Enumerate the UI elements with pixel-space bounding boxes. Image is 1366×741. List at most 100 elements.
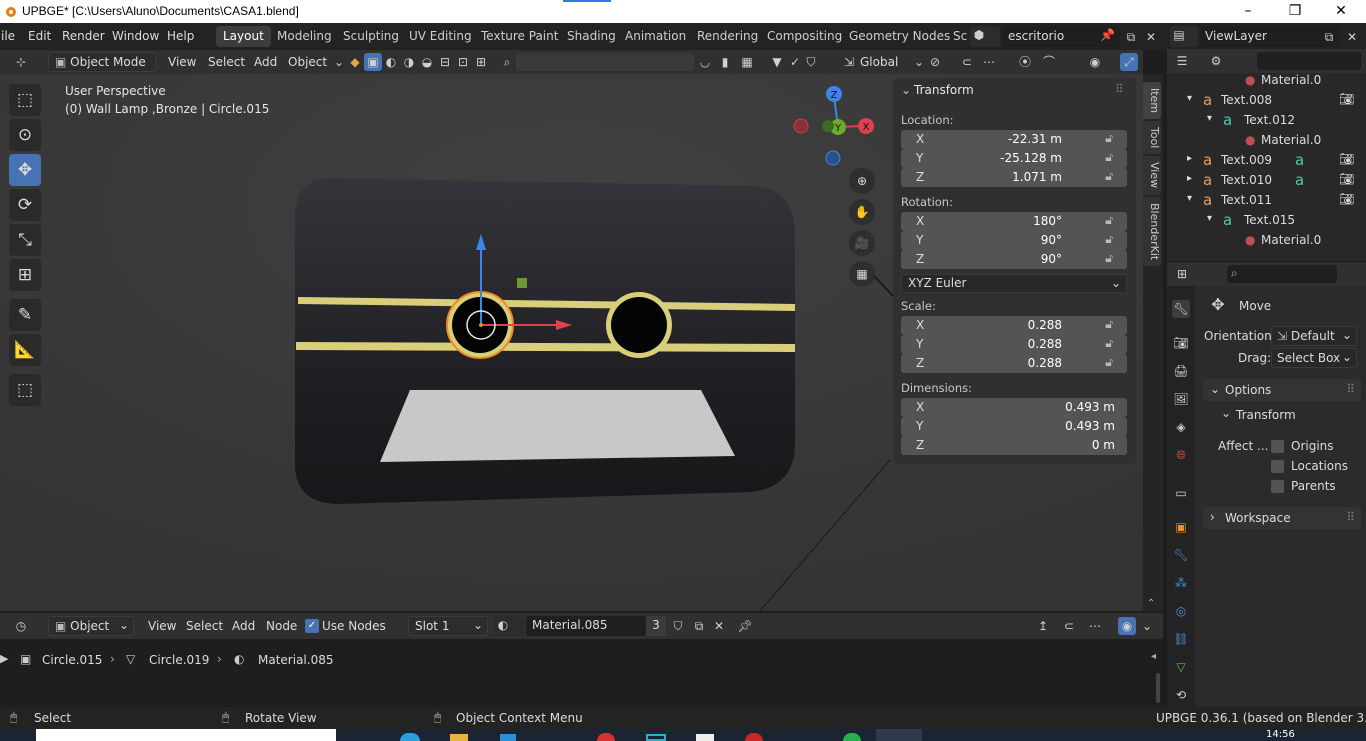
tab-animation[interactable]: Animation [618,26,693,47]
scene-name-field[interactable]: escritorio 📌 [1002,26,1120,47]
orientation-label[interactable]: Global [860,55,898,69]
scene-selector[interactable]: ⬢ [970,26,1000,47]
outliner-row[interactable]: ● Material.0 [1167,70,1366,90]
pivot-icon[interactable]: ⊘ [926,53,944,71]
viewport-search-field[interactable] [516,53,694,71]
color-icon[interactable]: ◆ [346,53,364,71]
location-y-field[interactable]: Y -25.128 m 🔓︎ [901,149,1127,168]
app-icon[interactable] [400,733,420,741]
affect-origins-checkbox[interactable]: Origins [1271,438,1361,456]
nav-neg-y-axis[interactable] [822,120,834,132]
delete-view-layer-icon[interactable]: ✕ [1343,28,1361,46]
dimensions-x-field[interactable]: X 0.493 m [901,398,1127,417]
slot-dropdown[interactable]: Slot 1 ⌄ [408,616,488,636]
app-icon[interactable] [745,733,763,741]
shading-solid-icon[interactable]: ◐ [382,53,400,71]
parent-node-icon[interactable]: ↥ [1034,617,1052,635]
affect-locations-checkbox[interactable]: Locations [1271,458,1361,476]
outliner-row[interactable]: ▸ a Text.010 a 📷︎ [1167,170,1366,190]
falloff-icon[interactable]: ⌒ [1040,53,1058,71]
properties-editor-icon[interactable]: ⊞ [1173,265,1191,283]
outliner-row[interactable]: ● Material.0 [1167,230,1366,250]
fake-user-shield-icon[interactable]: ⛉ [669,617,687,635]
breadcrumb-toggle-icon[interactable]: ▶ [0,652,8,665]
scene-tab-icon[interactable]: ◈ [1172,418,1190,436]
dimensions-y-field[interactable]: Y 0.493 m [901,417,1127,436]
editor-type-icon[interactable]: ◷ [12,617,30,635]
view-layer-tab-icon[interactable]: 🖼︎ [1172,390,1190,408]
view-layer-field[interactable]: ViewLayer [1200,26,1340,47]
gizmo-toggle-icon[interactable]: ⤢ [1120,53,1138,71]
chrome-icon[interactable] [597,733,615,741]
tab-geometry-nodes[interactable]: Geometry Nodes [842,26,957,47]
pin-icon[interactable]: 📌 [1100,28,1115,42]
move-tool-icon[interactable]: ✥ [9,154,41,186]
paste-icon[interactable]: ⊞ [472,53,490,71]
camera-icon[interactable]: 🎥 [849,230,875,256]
menu-window[interactable]: Window [112,29,159,43]
app-icon[interactable] [843,733,861,741]
transform-subpanel-header[interactable]: ⌄ Transform [1217,405,1361,425]
menu-edit[interactable]: Edit [28,29,51,43]
constraints-tab-icon[interactable]: ⛓︎ [1172,630,1190,648]
outliner-search-input[interactable] [1257,52,1361,70]
render-tab-icon[interactable]: 📷︎ [1172,334,1190,352]
maximize-button[interactable]: ❐ [1272,0,1318,23]
dimensions-z-field[interactable]: Z0 m [901,436,1127,455]
logic-tab-icon[interactable]: ⟲ [1172,686,1190,704]
vp-menu-select[interactable]: Select [208,55,245,69]
outliner-row[interactable]: ▾ a Text.008 📷︎ [1167,90,1366,110]
tab-rendering[interactable]: Rendering [690,26,765,47]
tab-shading[interactable]: Shading [560,26,623,47]
transform-tool-icon[interactable]: ⊞ [9,259,41,291]
rotation-mode-dropdown[interactable]: XYZ Euler ⌄ [901,274,1127,293]
rotation-z-field[interactable]: Z 90° 🔓︎ [901,250,1127,269]
chevron-down-icon[interactable]: ⌄ [1138,617,1156,635]
pan-hand-icon[interactable]: ✋ [849,199,875,225]
tab-compositing[interactable]: Compositing [760,26,849,47]
close-button[interactable]: ✕ [1318,0,1364,23]
proportional-icon[interactable]: ⦿ [1016,53,1034,71]
active-app-upbge[interactable] [876,729,922,741]
world-tab-icon[interactable]: 🌐︎ [1172,446,1190,464]
nav-neg-x-axis[interactable] [793,118,809,134]
visibility-icon[interactable]: ◉ [1086,53,1104,71]
affect-parents-checkbox[interactable]: Parents [1271,478,1361,496]
lamp-hole-right[interactable] [611,297,667,353]
shader-type-dropdown[interactable]: ▣ Object ⌄ [48,616,134,636]
outliner-editor-icon[interactable]: ☰ [1173,52,1191,70]
tab-item[interactable]: Item [1143,82,1161,120]
outliner-row[interactable]: ▾ a Text.015 [1167,210,1366,230]
overlay-toggle-icon[interactable]: ◉ [1118,617,1136,635]
drag-dropdown[interactable]: Select Box ⌄ [1271,348,1357,368]
outliner-row[interactable]: ▸ a Text.009 a 📷︎ [1167,150,1366,170]
search-icon[interactable]: ⌕ [498,53,516,71]
select-box-tool-icon[interactable]: ⬚ [9,84,41,116]
menu-help[interactable]: Help [167,29,194,43]
workspace-panel-header[interactable]: › Workspace ⠿ [1203,507,1361,529]
minimize-button[interactable]: – [1225,0,1271,23]
orientation-dropdown[interactable]: ⇲ Default ⌄ [1271,326,1357,346]
overlay-icon[interactable]: ⊟ [436,53,454,71]
new-scene-icon[interactable]: ⧉ [1122,28,1140,46]
mode-dropdown[interactable]: ▣ Object Mode [48,52,156,72]
vp-menu-object[interactable]: Object [288,55,327,69]
lamp-panel[interactable] [380,390,735,462]
scale-y-field[interactable]: Y 0.288 🔓︎ [901,335,1127,354]
collection-tab-icon[interactable]: ▭ [1172,484,1190,502]
scrollbar[interactable] [1156,673,1160,703]
editor-type-icon[interactable]: ⊹ [12,53,30,71]
unlink-material-icon[interactable]: ✕ [710,617,728,635]
view-layer-selector[interactable]: ▤ [1170,26,1198,47]
physics-tab-icon[interactable]: ◎ [1172,602,1190,620]
copy-icon[interactable]: ⊡ [454,53,472,71]
tab-modeling[interactable]: Modeling [270,26,339,47]
material-name-field[interactable]: Material.085 [526,616,646,636]
measure-tool-icon[interactable]: 📐 [9,334,41,366]
properties-search-input[interactable]: ⌕ [1227,265,1337,283]
tab-uv-editing[interactable]: UV Editing [402,26,479,47]
use-nodes-checkbox[interactable]: ✓ Use Nodes [305,619,395,635]
tool-tab-icon[interactable]: 🔧︎ [1172,300,1190,318]
app-icon[interactable] [500,734,516,741]
chevron-down-icon[interactable]: ⌄ [901,83,911,97]
